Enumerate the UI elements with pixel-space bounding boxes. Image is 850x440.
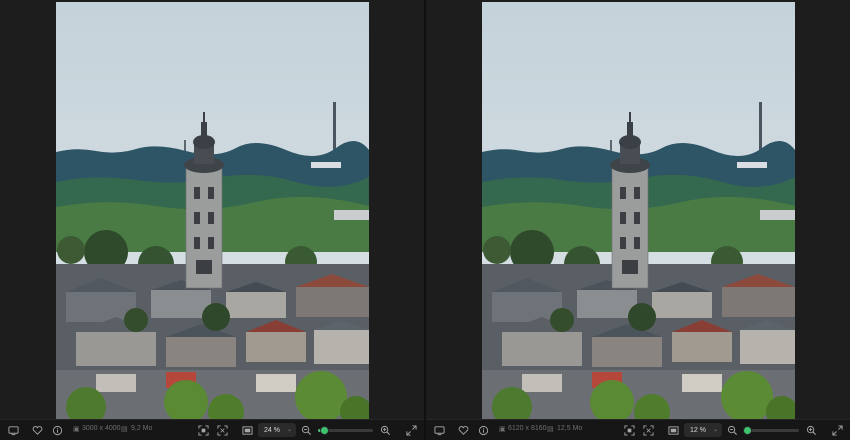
zoom-slider[interactable] (742, 426, 799, 435)
pane-toolbar: ▣ 6120 x 8160 ▤ 12,5 Mo 12 % ⌄ (426, 419, 850, 440)
zoom-value: 24 % (264, 426, 280, 434)
image-size-icon: ▣ (499, 426, 506, 433)
file-icon: ▤ (547, 426, 554, 433)
zoom-select[interactable]: 24 % ⌄ (258, 423, 296, 437)
file-size: 9,2 Mo (131, 425, 153, 432)
chevron-down-icon: ⌄ (712, 427, 718, 433)
compare-icon[interactable] (240, 423, 255, 438)
fill-screen-icon[interactable] (215, 423, 230, 438)
photo-preview[interactable] (56, 2, 369, 419)
heart-icon[interactable] (30, 423, 45, 438)
zoom-slider-handle[interactable] (319, 426, 329, 435)
image-dimensions: 6120 x 8160 (508, 425, 547, 432)
chevron-down-icon: ⌄ (286, 427, 292, 433)
zoom-value: 12 % (690, 426, 706, 434)
pane-toolbar: ▣ 3000 x 4000 ▤ 9,2 Mo 24 % ⌄ (0, 419, 424, 440)
monitor-icon[interactable] (6, 423, 21, 438)
zoom-select[interactable]: 12 % ⌄ (684, 423, 722, 437)
fullscreen-icon[interactable] (830, 423, 845, 438)
zoom-slider[interactable] (318, 426, 373, 435)
info-icon[interactable] (476, 423, 491, 438)
zoom-in-icon[interactable] (804, 423, 819, 438)
image-dimensions: 3000 x 4000 (82, 425, 121, 432)
zoom-slider-handle[interactable] (742, 426, 752, 435)
zoom-out-icon[interactable] (725, 423, 740, 438)
belfry-photo (56, 2, 369, 419)
fill-screen-icon[interactable] (641, 423, 656, 438)
photo-preview[interactable] (482, 2, 795, 419)
image-size-icon: ▣ (73, 426, 80, 433)
fullscreen-icon[interactable] (404, 423, 419, 438)
fit-screen-icon[interactable] (622, 423, 637, 438)
fit-screen-icon[interactable] (196, 423, 211, 438)
heart-icon[interactable] (456, 423, 471, 438)
monitor-icon[interactable] (432, 423, 447, 438)
compare-pane-right: ▣ 6120 x 8160 ▤ 12,5 Mo 12 % ⌄ (426, 0, 850, 440)
zoom-in-icon[interactable] (378, 423, 393, 438)
belfry-photo (482, 2, 795, 419)
zoom-out-icon[interactable] (299, 423, 314, 438)
file-size: 12,5 Mo (557, 425, 583, 432)
compare-icon[interactable] (666, 423, 681, 438)
file-icon: ▤ (121, 426, 128, 433)
compare-pane-left: ▣ 3000 x 4000 ▤ 9,2 Mo 24 % ⌄ (0, 0, 424, 440)
info-icon[interactable] (50, 423, 65, 438)
